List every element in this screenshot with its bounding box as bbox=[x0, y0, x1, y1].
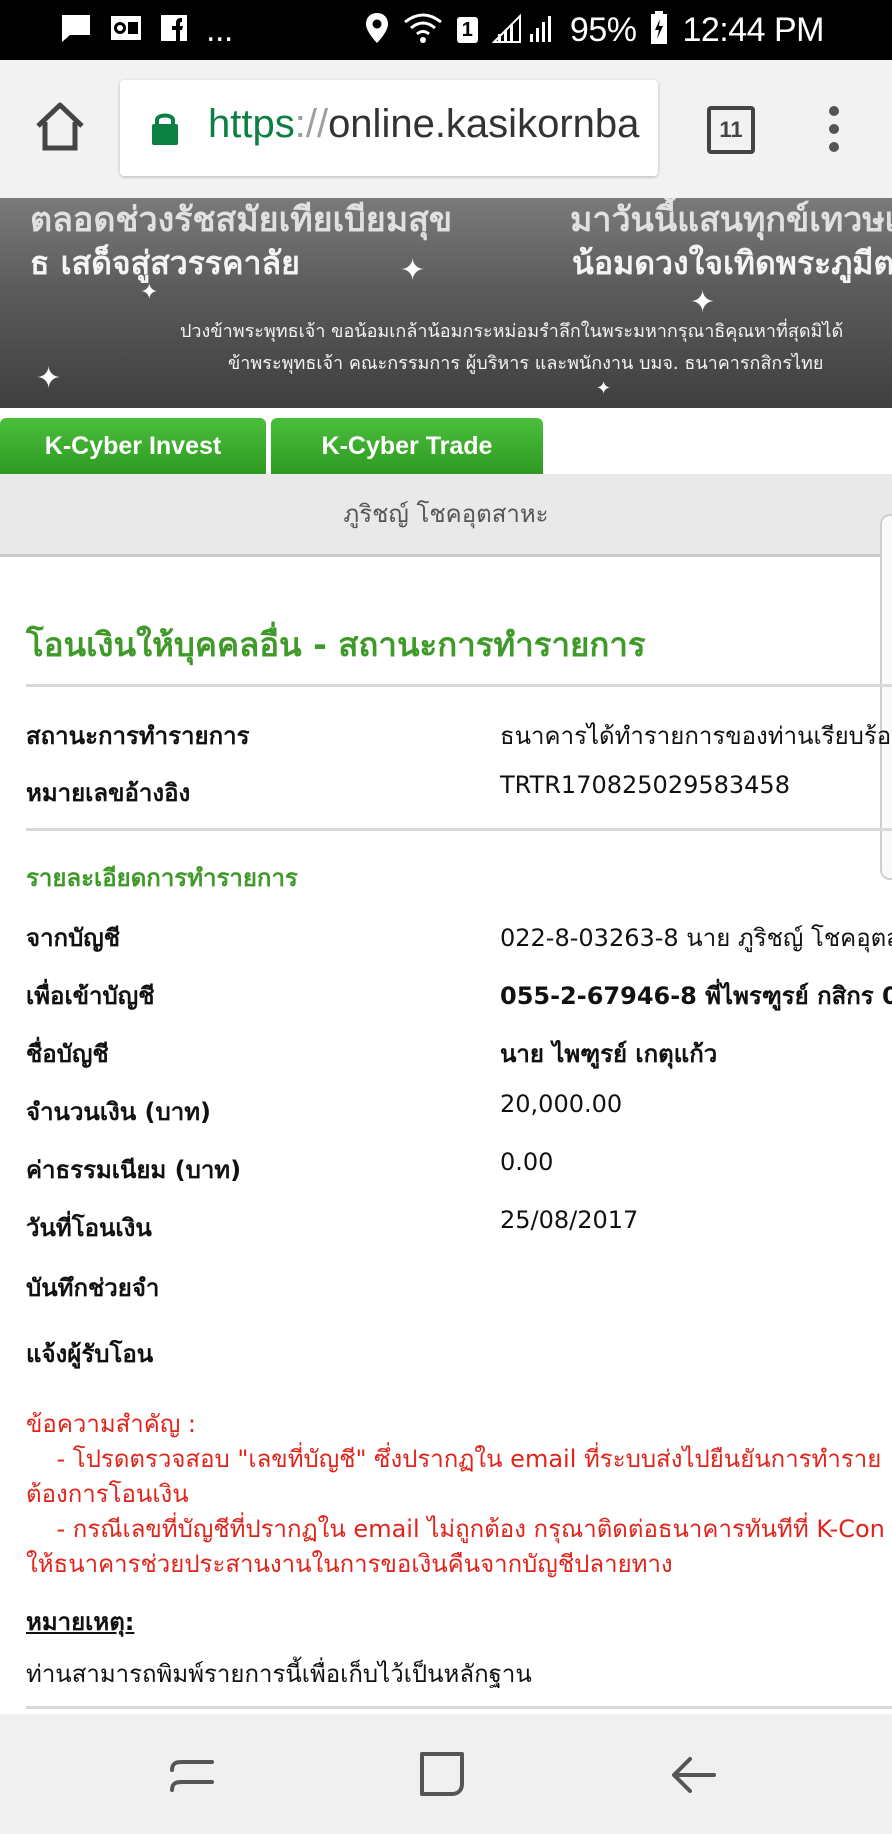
memorial-banner: ตลอดช่วงรัชสมัยเทียเบียมสุข มาวันนี้แสนท… bbox=[0, 198, 892, 408]
banner-small-line2: ข้าพระพุทธเจ้า คณะกรรมการ ผู้บริหาร และพ… bbox=[228, 353, 824, 374]
tab-k-cyber-trade[interactable]: K-Cyber Trade bbox=[271, 418, 543, 474]
wifi-icon bbox=[403, 12, 443, 49]
notice-line1: - โปรดตรวจสอบ "เลขที่บัญชี" ซึ่งปรากฏใน … bbox=[26, 1445, 882, 1473]
transfer-date-label: วันที่โอนเงิน bbox=[26, 1214, 152, 1242]
signal-icon bbox=[491, 12, 556, 49]
battery-icon bbox=[650, 10, 668, 50]
reference-label: หมายเลขอ้างอิง bbox=[26, 779, 191, 807]
clock: 12:44 PM bbox=[682, 10, 824, 49]
battery-percent: 95% bbox=[569, 10, 637, 49]
to-account-value: 055-2-67946-8 พี่ไพรฑูรย์ กสิกร 05 bbox=[500, 982, 892, 1010]
outlook-icon bbox=[110, 13, 142, 48]
home-icon[interactable] bbox=[30, 96, 90, 156]
notice-line2: ต้องการโอนเงิน bbox=[26, 1480, 189, 1508]
back-icon[interactable] bbox=[668, 1750, 718, 1800]
page-title: โอนเงินให้บุคคลอื่น - สถานะการทำรายการ bbox=[26, 625, 646, 664]
home-nav-icon[interactable] bbox=[418, 1750, 468, 1800]
banner-line2-right: น้อมดวงใจเทิดพระภูมีต bbox=[572, 244, 892, 282]
from-account-label: จากบัญชี bbox=[26, 924, 121, 952]
notification-overflow: ... bbox=[206, 10, 233, 49]
url-slash: :// bbox=[294, 102, 329, 146]
product-tabs: K-Cyber Invest K-Cyber Trade bbox=[0, 418, 892, 474]
sparkle-icon: ✦ bbox=[596, 378, 612, 399]
notify-recipient-label: แจ้งผู้รับโอน bbox=[26, 1340, 154, 1368]
recent-apps-icon[interactable] bbox=[168, 1750, 218, 1800]
url-scheme: https bbox=[208, 102, 295, 146]
divider bbox=[26, 684, 892, 687]
divider bbox=[26, 1706, 892, 1709]
amount-value: 20,000.00 bbox=[500, 1090, 623, 1118]
lock-icon bbox=[150, 110, 180, 146]
account-name-value: นาย ไพฑูรย์ เกตุแก้ว bbox=[500, 1040, 718, 1068]
url-text: https://online.kasikornba bbox=[208, 102, 639, 147]
reference-value: TRTR170825029583458 bbox=[500, 771, 790, 799]
sparkle-icon: ✦ bbox=[140, 280, 159, 305]
status-value: ธนาคารได้ทำรายการของท่านเรียบร้อ bbox=[500, 722, 892, 750]
notice-heading: ข้อความสำคัญ : bbox=[26, 1410, 196, 1438]
status-bar: ... 1 95% 12:44 PM bbox=[0, 0, 892, 60]
status-label: สถานะการทำรายการ bbox=[26, 722, 250, 750]
tab-k-cyber-invest[interactable]: K-Cyber Invest bbox=[0, 418, 266, 474]
sim-badge: 1 bbox=[456, 17, 478, 43]
address-bar[interactable]: https://online.kasikornba bbox=[120, 80, 658, 176]
note-text: ท่านสามารถพิมพ์รายการนี้เพื่อเก็บไว้เป็น… bbox=[26, 1660, 532, 1688]
browser-toolbar: https://online.kasikornba 11 bbox=[0, 60, 892, 199]
from-account-value: 022-8-03263-8 นาย ภูริชญ์ โชคอุตสา bbox=[500, 924, 892, 952]
account-name-label: ชื่อบัญชี bbox=[26, 1040, 109, 1068]
facebook-icon bbox=[160, 13, 188, 48]
user-name-bar: ภูริชญ์ โชคอุตสาหะ bbox=[0, 474, 892, 557]
divider bbox=[26, 828, 892, 831]
note-heading: หมายเหตุ: bbox=[26, 1608, 135, 1636]
tabs-icon[interactable]: 11 bbox=[707, 106, 755, 154]
sparkle-icon: ✦ bbox=[36, 361, 62, 396]
scroll-handle[interactable] bbox=[880, 514, 892, 880]
message-icon bbox=[60, 13, 92, 48]
details-heading: รายละเอียดการทำรายการ bbox=[26, 864, 298, 892]
memo-label: บันทึกช่วยจำ bbox=[26, 1274, 160, 1302]
notice-line3: - กรณีเลขที่บัญชีที่ปรากฏใน email ไม่ถูก… bbox=[26, 1515, 885, 1543]
banner-small-line1: ปวงข้าพระพุทธเจ้า ขอน้อมเกล้าน้อมกระหม่อ… bbox=[180, 321, 844, 342]
amount-label: จำนวนเงิน (บาท) bbox=[26, 1098, 211, 1126]
fee-label: ค่าธรรมเนียม (บาท) bbox=[26, 1156, 242, 1184]
system-nav-bar bbox=[0, 1714, 892, 1834]
location-icon bbox=[365, 12, 389, 49]
notice-line4: ให้ธนาคารช่วยประสานงานในการขอเงินคืนจากบ… bbox=[26, 1550, 673, 1578]
fee-value: 0.00 bbox=[500, 1148, 554, 1176]
menu-icon[interactable] bbox=[826, 106, 842, 156]
transfer-date-value: 25/08/2017 bbox=[500, 1206, 639, 1234]
sparkle-icon: ✦ bbox=[400, 253, 426, 288]
sparkle-icon: ✦ bbox=[690, 285, 716, 320]
to-account-label: เพื่อเข้าบัญชี bbox=[26, 982, 155, 1010]
banner-line2-left: ธ เสด็จสู่สวรรคาลัย bbox=[30, 244, 300, 282]
url-host: online.kasikornba bbox=[328, 102, 640, 146]
